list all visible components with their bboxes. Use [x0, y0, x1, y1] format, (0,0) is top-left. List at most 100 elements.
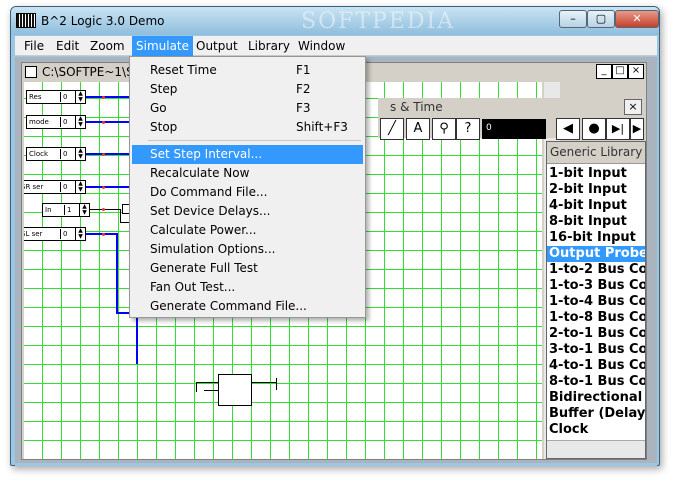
menu-item-label: Set Device Delays...	[150, 204, 271, 218]
menu-edit[interactable]: Edit	[56, 39, 79, 53]
library-item[interactable]: 4-bit Input	[547, 198, 645, 214]
menu-item[interactable]: Step F2	[132, 80, 363, 99]
library-item[interactable]: 1-bit Input	[547, 166, 645, 182]
input-device-sl-ser[interactable]: SL ser 0 ▲▼	[24, 227, 86, 241]
connection-pin[interactable]	[102, 96, 105, 99]
child-close-button[interactable]: ×	[628, 64, 644, 79]
zoom-tool-icon[interactable]: ⚲	[432, 118, 456, 140]
menu-library[interactable]: Library	[248, 39, 290, 53]
menu-item[interactable]: Set Step Interval...	[132, 145, 363, 164]
input-device-in[interactable]: In 1 ▲ ▼	[42, 203, 90, 217]
menu-item-shortcut: F3	[296, 101, 311, 115]
wire[interactable]	[196, 382, 197, 392]
device-label: Clock	[29, 150, 49, 158]
library-item[interactable]: Bidirectional F	[547, 390, 645, 406]
child-minimize-button[interactable]: _	[596, 64, 612, 79]
stepper-icon[interactable]: ▲ ▼	[75, 116, 85, 128]
wire[interactable]	[120, 209, 121, 223]
wire[interactable]	[252, 382, 276, 383]
library-item[interactable]: 16-bit Input	[547, 230, 645, 246]
palette-title: s & Time	[390, 100, 443, 114]
menu-item[interactable]: Stop Shift+F3	[132, 118, 363, 137]
menu-item[interactable]: Go F3	[132, 99, 363, 118]
menu-item-label: Step	[150, 82, 178, 96]
library-item[interactable]: 1-to-2 Bus Con	[547, 262, 645, 278]
input-device-clock[interactable]: Clock 0 ▲ ▼	[26, 147, 86, 161]
text-tool-icon[interactable]: A	[406, 118, 430, 140]
input-device-mode[interactable]: mode 0 ▲ ▼	[26, 115, 86, 129]
device-label: mode	[29, 118, 49, 126]
menu-item[interactable]: Calculate Power...	[132, 221, 363, 240]
library-item[interactable]: Output Probe	[547, 246, 645, 262]
menu-item[interactable]: Fan Out Test...	[132, 278, 363, 297]
menu-item-label: Go	[150, 101, 167, 115]
connection-pin[interactable]	[102, 186, 105, 189]
library-item[interactable]: 3-to-1 Bus Con	[547, 342, 645, 358]
stepper-icon[interactable]: ▲ ▼	[75, 148, 85, 160]
library-item[interactable]: 1-to-4 Bus Con	[547, 294, 645, 310]
input-device-sr-ser[interactable]: SR ser 0 ▲▼	[24, 180, 86, 194]
library-item[interactable]: Buffer (Delay E	[547, 406, 645, 422]
palette-close-button[interactable]: ×	[624, 99, 642, 115]
stepper-icon[interactable]: ▲ ▼	[75, 91, 85, 103]
logic-chip[interactable]	[218, 374, 252, 406]
record-icon[interactable]: ●	[582, 118, 606, 140]
wire[interactable]	[196, 382, 218, 383]
input-device-res[interactable]: Res 0 ▲ ▼	[26, 90, 86, 104]
step-icon[interactable]: ▶|	[606, 118, 630, 140]
help-tool-icon[interactable]: ?	[456, 118, 480, 140]
line-tool-icon[interactable]: ╱	[380, 118, 404, 140]
close-button[interactable]: ✕	[615, 10, 659, 28]
library-item[interactable]: 2-bit Input	[547, 182, 645, 198]
menu-zoom[interactable]: Zoom	[90, 39, 125, 53]
play-icon[interactable]: ▶	[630, 118, 644, 140]
minimize-button[interactable]: –	[559, 10, 587, 28]
stepper-icon[interactable]: ▲ ▼	[79, 204, 89, 216]
library-horizontal-scrollbar[interactable]	[547, 440, 645, 458]
library-item[interactable]: 8-bit Input	[547, 214, 645, 230]
menu-item[interactable]: Generate Command File...	[132, 297, 363, 316]
menu-output[interactable]: Output	[196, 39, 238, 53]
stepper-icon[interactable]: ▲ ▼	[75, 228, 85, 240]
connection-pin[interactable]	[102, 208, 105, 211]
library-item[interactable]: 1-to-3 Bus Con	[547, 278, 645, 294]
library-item[interactable]: Clock	[547, 422, 645, 438]
menu-item[interactable]: Simulation Options...	[132, 240, 363, 259]
library-list[interactable]: 1-bit Input 2-bit Input 4-bit Input 8-bit I…	[547, 166, 645, 438]
menu-item[interactable]: Generate Full Test	[132, 259, 363, 278]
menu-item[interactable]: Recalculate Now	[132, 164, 363, 183]
menu-item[interactable]: Reset Time F1	[132, 61, 363, 80]
connection-pin[interactable]	[102, 153, 105, 156]
app-icon[interactable]	[16, 13, 36, 28]
wire[interactable]	[204, 390, 218, 391]
wire[interactable]	[86, 233, 116, 235]
device-value: 0	[60, 229, 74, 239]
device-value: 0	[60, 182, 74, 192]
menu-window[interactable]: Window	[298, 39, 345, 53]
wire[interactable]	[116, 233, 118, 313]
library-item[interactable]: 4-to-1 Bus Con	[547, 358, 645, 374]
library-item[interactable]: 8-to-1 Bus Con	[547, 374, 645, 390]
library-item[interactable]: 2-to-1 Bus Con	[547, 326, 645, 342]
menu-file[interactable]: File	[24, 39, 44, 53]
menu-item-label: Reset Time	[150, 63, 217, 77]
tools-palette-window: s & Time × ╱ A ⚲ ? 0 ◀ ● ▶| ▶	[378, 98, 646, 140]
stepper-icon[interactable]: ▲ ▼	[75, 181, 85, 193]
wire[interactable]	[90, 209, 120, 210]
menu-bar: File Edit Zoom Simulate Output Library W…	[15, 36, 657, 56]
menu-item-shortcut: F2	[296, 82, 311, 96]
library-item[interactable]: 1-to-8 Bus Con	[547, 310, 645, 326]
watermark-logo: SOFTPEDIA	[301, 9, 456, 34]
document-icon[interactable]	[25, 66, 37, 78]
maximize-button[interactable]: ▢	[587, 10, 615, 28]
menu-item-label: Generate Command File...	[150, 299, 307, 313]
child-maximize-button[interactable]: □	[612, 64, 628, 79]
title-bar[interactable]: B^2 Logic 3.0 Demo SOFTPEDIA – ▢ ✕	[11, 7, 659, 35]
connection-pin[interactable]	[102, 233, 105, 236]
menu-simulate[interactable]: Simulate	[132, 36, 194, 56]
rewind-icon[interactable]: ◀	[556, 118, 580, 140]
wire[interactable]	[276, 378, 277, 390]
menu-item[interactable]: Set Device Delays...	[132, 202, 363, 221]
menu-item[interactable]: Do Command File...	[132, 183, 363, 202]
connection-pin[interactable]	[102, 121, 105, 124]
